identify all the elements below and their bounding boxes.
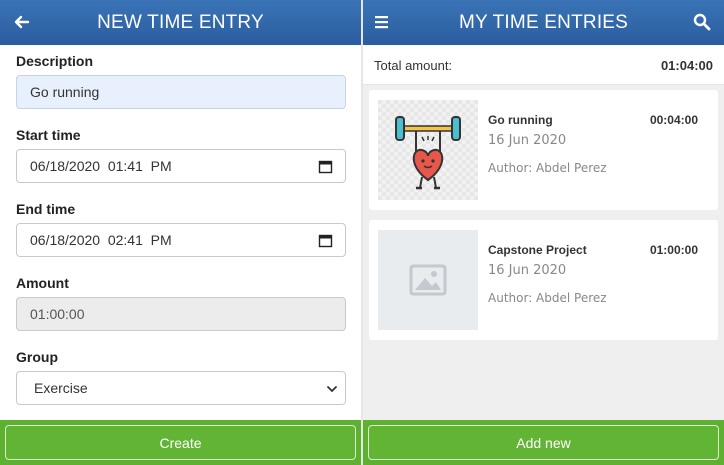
arrow-left-icon[interactable]	[12, 12, 32, 32]
calendar-icon[interactable]	[318, 233, 333, 248]
my-time-entries-panel: MY TIME ENTRIES Total amount: 01:04:00 G…	[363, 0, 724, 465]
entry-title: Capstone Project	[488, 243, 587, 257]
group-label: Group	[16, 349, 58, 365]
header-bar: MY TIME ENTRIES	[363, 0, 724, 45]
entry-duration: 00:04:00	[649, 113, 698, 127]
chevron-down-icon	[327, 386, 337, 393]
entry-thumbnail	[378, 100, 478, 200]
group-selected-value: Exercise	[34, 380, 88, 396]
group-select[interactable]: Exercise	[16, 371, 346, 405]
entry-date: 16 Jun 2020	[488, 133, 567, 148]
start-time-label: Start time	[16, 127, 81, 143]
end-time-value: 06/18/2020 02:41 PM	[30, 232, 172, 248]
create-button[interactable]: Create	[5, 425, 356, 460]
entry-author: Author: Abdel Perez	[488, 291, 607, 305]
create-bar: Create	[0, 420, 361, 465]
list-item[interactable]: Capstone Project 16 Jun 2020 Author: Abd…	[369, 220, 718, 340]
total-amount-row: Total amount: 01:04:00	[363, 45, 724, 85]
new-time-entry-panel: NEW TIME ENTRY Description Go running St…	[0, 0, 361, 465]
page-title: NEW TIME ENTRY	[97, 11, 264, 33]
entry-duration: 01:00:00	[649, 243, 698, 257]
description-input[interactable]: Go running	[16, 75, 346, 109]
weightlifting-heart-icon	[378, 100, 478, 200]
page-title: MY TIME ENTRIES	[458, 11, 629, 33]
end-time-label: End time	[16, 201, 76, 217]
start-time-input[interactable]: 06/18/2020 01:41 PM	[16, 149, 346, 183]
entry-date: 16 Jun 2020	[488, 263, 567, 278]
list-item[interactable]: Go running 16 Jun 2020 Author: Abdel Per…	[369, 90, 718, 210]
add-new-button[interactable]: Add new	[368, 425, 719, 460]
add-new-bar: Add new	[363, 420, 724, 465]
calendar-icon[interactable]	[318, 159, 333, 174]
amount-field: 01:00:00	[16, 297, 346, 331]
end-time-input[interactable]: 06/18/2020 02:41 PM	[16, 223, 346, 257]
hamburger-menu-icon[interactable]	[373, 12, 393, 32]
total-amount-label: Total amount:	[374, 58, 453, 73]
total-amount-value: 01:04:00	[660, 58, 713, 73]
entry-thumbnail	[378, 230, 478, 330]
search-icon[interactable]	[692, 12, 712, 32]
description-label: Description	[16, 53, 94, 69]
start-time-value: 06/18/2020 01:41 PM	[30, 158, 172, 174]
image-placeholder-icon	[409, 264, 447, 296]
header-bar: NEW TIME ENTRY	[0, 0, 361, 45]
amount-label: Amount	[16, 275, 69, 291]
entry-title: Go running	[488, 113, 553, 127]
entry-author: Author: Abdel Perez	[488, 161, 607, 175]
